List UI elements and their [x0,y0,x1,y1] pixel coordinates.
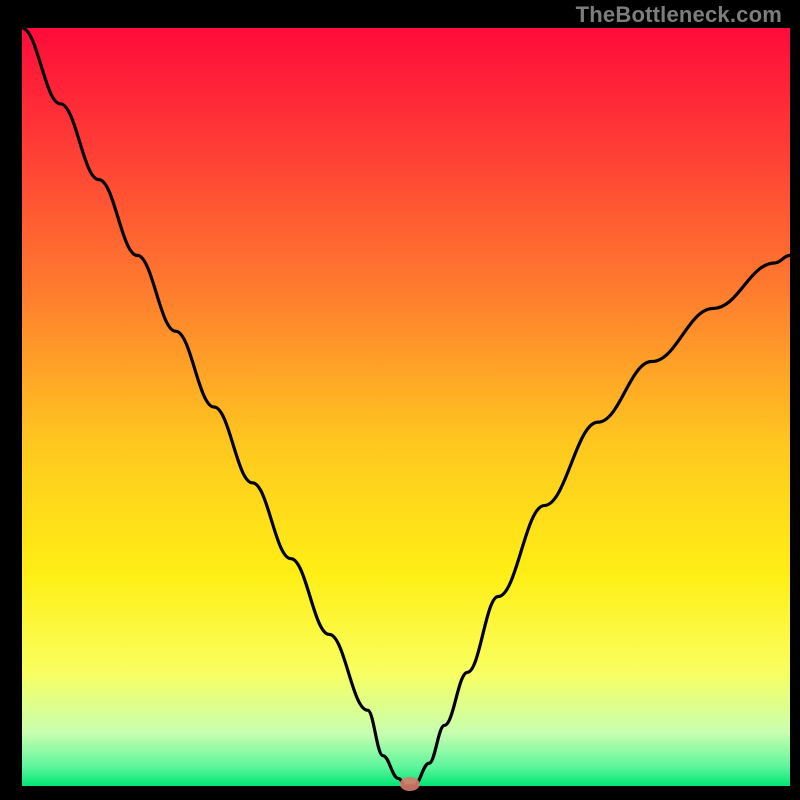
gradient-background [22,28,790,786]
chart-frame: TheBottleneck.com [0,0,800,800]
optimal-marker [400,777,420,791]
bottleneck-chart [0,0,800,800]
